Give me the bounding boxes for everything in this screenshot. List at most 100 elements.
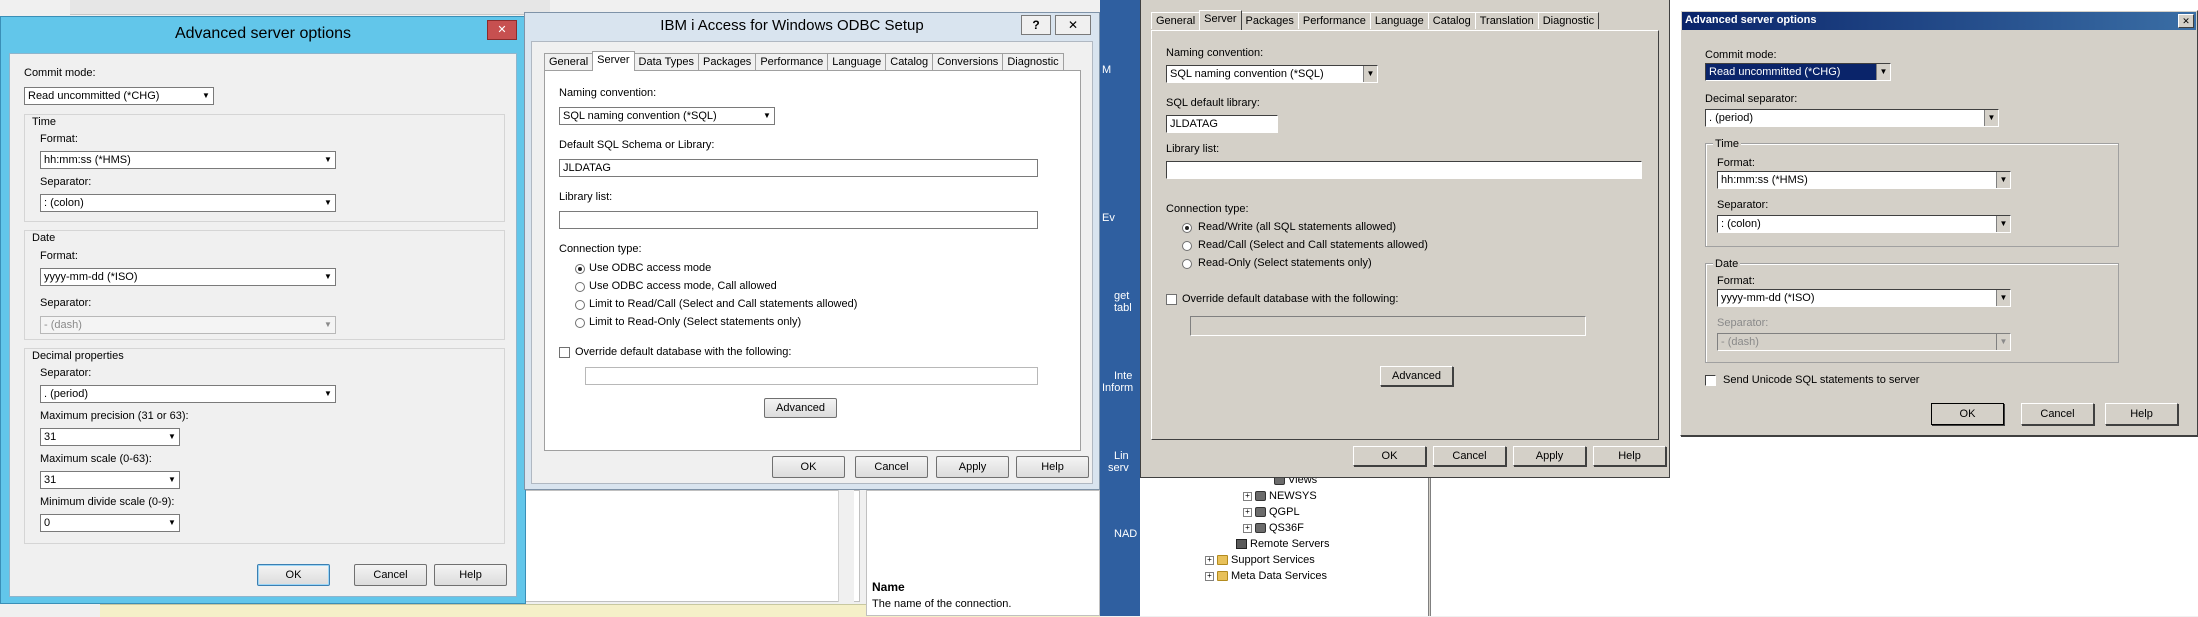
right-decimal-separator-select[interactable]: . (period) ▼ <box>1705 109 1999 127</box>
left-help-button[interactable]: Help <box>434 564 507 586</box>
old-radio-read-write-label[interactable]: Read/Write (all SQL statements allowed) <box>1198 221 1396 233</box>
odbc-tab-catalog[interactable]: Catalog <box>885 53 934 70</box>
chevron-down-icon: ▼ <box>168 475 176 484</box>
left-cancel-button[interactable]: Cancel <box>354 564 427 586</box>
expand-icon[interactable]: + <box>1243 523 1252 533</box>
default-schema-input[interactable]: JLDATAG <box>559 159 1038 177</box>
old-tab-diagnostic[interactable]: Diagnostic <box>1537 12 1600 29</box>
right-date-format-select[interactable]: yyyy-mm-dd (*ISO) ▼ <box>1717 289 2011 307</box>
old-advanced-button[interactable]: Advanced <box>1380 366 1453 386</box>
expand-icon[interactable]: + <box>1243 491 1252 501</box>
old-tab-translation[interactable]: Translation <box>1474 12 1539 29</box>
old-default-library-input[interactable]: JLDATAG <box>1166 115 1278 133</box>
old-naming-convention-select[interactable]: SQL naming convention (*SQL) ▼ <box>1166 65 1378 83</box>
chevron-down-icon: ▼ <box>1996 216 2010 232</box>
library-list-input[interactable] <box>559 211 1038 229</box>
old-tab-packages[interactable]: Packages <box>1240 12 1299 29</box>
odbc-tab-general[interactable]: General <box>544 53 594 70</box>
right-help-button[interactable]: Help <box>2105 403 2178 425</box>
old-ok-button[interactable]: OK <box>1353 446 1426 466</box>
odbc-tab-performance[interactable]: Performance <box>755 53 829 70</box>
odbc-cancel-button[interactable]: Cancel <box>855 456 928 478</box>
max-precision-select[interactable]: 31 ▼ <box>40 428 180 446</box>
radio-read-only[interactable] <box>575 318 585 328</box>
right-ok-button[interactable]: OK <box>1931 403 2004 425</box>
old-override-database-label[interactable]: Override default database with the follo… <box>1182 293 1398 305</box>
odbc-advanced-button[interactable]: Advanced <box>764 398 837 418</box>
expand-icon[interactable]: + <box>1205 571 1214 581</box>
tree-item-qgpl[interactable]: + QGPL <box>1243 506 1300 518</box>
tree-item-newsys[interactable]: + NEWSYS <box>1243 490 1317 502</box>
right-commit-mode-select[interactable]: Read uncommitted (*CHG) ▼ <box>1705 63 1891 81</box>
unicode-label[interactable]: Send Unicode SQL statements to server <box>1723 374 1919 386</box>
odbc-ok-button[interactable]: OK <box>772 456 845 478</box>
old-radio-read-call[interactable] <box>1182 241 1192 251</box>
old-radio-read-write[interactable] <box>1182 223 1192 233</box>
right-time-format-select[interactable]: hh:mm:ss (*HMS) ▼ <box>1717 171 2011 189</box>
odbc-tab-data-types[interactable]: Data Types <box>633 53 699 70</box>
side-text: serv <box>1108 462 1129 474</box>
right-time-separator-select[interactable]: : (colon) ▼ <box>1717 215 2011 233</box>
radio-read-call-label[interactable]: Limit to Read/Call (Select and Call stat… <box>589 298 857 310</box>
decimal-separator-select[interactable]: . (period) ▼ <box>40 385 336 403</box>
chevron-down-icon: ▼ <box>763 111 771 120</box>
override-database-label[interactable]: Override default database with the follo… <box>575 346 791 358</box>
old-tab-server[interactable]: Server <box>1199 10 1242 30</box>
date-format-select[interactable]: yyyy-mm-dd (*ISO) ▼ <box>40 268 336 286</box>
right-date-separator-select: - (dash) ▼ <box>1717 333 2011 351</box>
old-override-database-checkbox[interactable] <box>1166 294 1177 305</box>
override-database-checkbox[interactable] <box>559 347 570 358</box>
max-scale-select[interactable]: 31 ▼ <box>40 471 180 489</box>
odbc-help-button[interactable]: Help <box>1016 456 1089 478</box>
radio-odbc-access-mode-label[interactable]: Use ODBC access mode <box>589 262 711 274</box>
commit-mode-select[interactable]: Read uncommitted (*CHG) ▼ <box>24 87 214 105</box>
old-radio-read-only-label[interactable]: Read-Only (Select statements only) <box>1198 257 1372 269</box>
expand-icon[interactable]: + <box>1243 507 1252 517</box>
old-default-library-label: SQL default library: <box>1166 97 1260 109</box>
tree-item-meta-data-services[interactable]: + Meta Data Services <box>1205 570 1327 582</box>
odbc-tab-conversions[interactable]: Conversions <box>932 53 1004 70</box>
right-decimal-separator-label: Decimal separator: <box>1705 93 1798 105</box>
left-ok-button[interactable]: OK <box>257 564 330 586</box>
odbc-help-title-button[interactable]: ? <box>1021 15 1051 35</box>
old-apply-button[interactable]: Apply <box>1513 446 1586 466</box>
tree-item-qs36f[interactable]: + QS36F <box>1243 522 1304 534</box>
tree-item-support-services[interactable]: + Support Services <box>1205 554 1315 566</box>
radio-read-call[interactable] <box>575 300 585 310</box>
old-tab-performance[interactable]: Performance <box>1297 12 1371 29</box>
unicode-checkbox[interactable] <box>1705 375 1716 386</box>
old-help-button[interactable]: Help <box>1593 446 1666 466</box>
old-tab-catalog[interactable]: Catalog <box>1427 12 1476 29</box>
background-scrollbar[interactable] <box>838 490 854 602</box>
radio-odbc-call-allowed[interactable] <box>575 282 585 292</box>
server-tree: Views + NEWSYS + QGPL + QS36F Remote Server… <box>1140 470 1428 616</box>
old-tab-language[interactable]: Language <box>1369 12 1429 29</box>
old-odbc-setup-dialog: General Server Packages Performance Language… <box>1140 0 1670 478</box>
old-radio-read-call-label[interactable]: Read/Call (Select and Call statements al… <box>1198 239 1428 251</box>
odbc-close-button[interactable]: ✕ <box>1055 15 1091 35</box>
odbc-tab-diagnostic[interactable]: Diagnostic <box>1002 53 1064 70</box>
tree-item-remote-servers[interactable]: Remote Servers <box>1236 538 1329 550</box>
radio-odbc-call-allowed-label[interactable]: Use ODBC access mode, Call allowed <box>589 280 777 292</box>
radio-read-only-label[interactable]: Limit to Read-Only (Select statements on… <box>589 316 801 328</box>
expand-icon[interactable]: + <box>1205 555 1214 565</box>
min-divide-scale-select[interactable]: 0 ▼ <box>40 514 180 532</box>
right-cancel-button[interactable]: Cancel <box>2021 403 2094 425</box>
chevron-down-icon: ▼ <box>324 198 332 207</box>
odbc-tab-packages[interactable]: Packages <box>698 53 757 70</box>
time-format-select[interactable]: hh:mm:ss (*HMS) ▼ <box>40 151 336 169</box>
time-separator-select[interactable]: : (colon) ▼ <box>40 194 336 212</box>
right-close-button[interactable]: ✕ <box>2178 14 2194 28</box>
chevron-down-icon: ▼ <box>1984 110 1998 126</box>
old-tab-general[interactable]: General <box>1151 12 1201 29</box>
odbc-tab-language[interactable]: Language <box>827 53 887 70</box>
odbc-tab-server[interactable]: Server <box>592 51 635 71</box>
left-close-button[interactable]: ✕ <box>487 20 517 40</box>
old-cancel-button[interactable]: Cancel <box>1433 446 1506 466</box>
radio-odbc-access-mode[interactable] <box>575 264 585 274</box>
old-library-list-input[interactable] <box>1166 161 1642 179</box>
name-description: The name of the connection. <box>872 598 1012 610</box>
old-radio-read-only[interactable] <box>1182 259 1192 269</box>
odbc-apply-button[interactable]: Apply <box>936 456 1009 478</box>
naming-convention-select[interactable]: SQL naming convention (*SQL) ▼ <box>559 107 775 125</box>
